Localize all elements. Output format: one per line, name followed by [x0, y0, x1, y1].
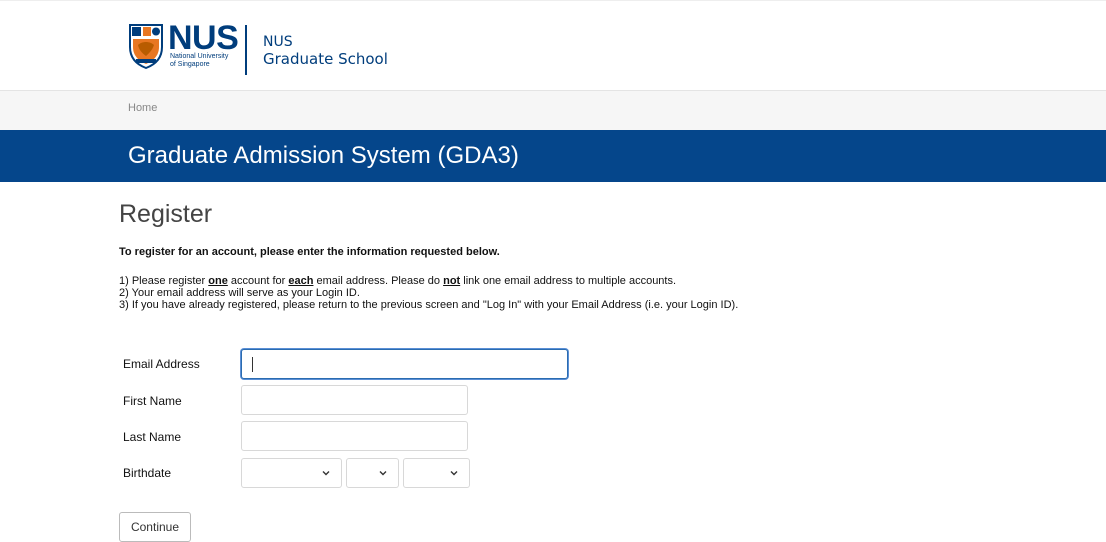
chevron-down-icon: [450, 471, 458, 476]
note-text: link one email address to multiple accou…: [460, 275, 677, 287]
first-name-field[interactable]: [241, 385, 468, 415]
emphasis-one: one: [208, 275, 228, 287]
birth-day-select[interactable]: [346, 458, 399, 488]
instruction-2: 2) Your email address will serve as your…: [119, 287, 360, 299]
last-name-field[interactable]: [241, 421, 468, 451]
instruction-3: 3) If you have already registered, pleas…: [119, 299, 739, 311]
note-text: 1) Please register: [119, 275, 209, 287]
instructions: 1) Please register one account for each …: [119, 275, 738, 311]
intro-text: To register for an account, please enter…: [119, 246, 500, 258]
logo-wordmark: NUS: [168, 19, 239, 57]
nus-logo[interactable]: NUS National University of Singapore: [128, 19, 239, 69]
logo-divider: [245, 25, 247, 75]
instruction-1: 1) Please register one account for each …: [119, 275, 738, 287]
chevron-down-icon: [322, 471, 330, 476]
school-name: NUS Graduate School: [263, 34, 388, 68]
site-header: NUS National University of Singapore NUS…: [0, 0, 1106, 90]
school-name-line1: NUS: [263, 34, 293, 50]
title-banner: Graduate Admission System (GDA3): [0, 130, 1106, 182]
note-text: email address. Please do: [313, 275, 444, 287]
continue-button[interactable]: Continue: [119, 512, 191, 542]
logo-subtitle-2: of Singapore: [170, 61, 210, 68]
system-title: Graduate Admission System (GDA3): [128, 142, 519, 169]
emphasis-not: not: [443, 275, 461, 287]
birth-year-select[interactable]: [403, 458, 470, 488]
email-field[interactable]: [241, 349, 568, 379]
emphasis-each: each: [288, 275, 314, 287]
page-title: Register: [119, 200, 213, 228]
last-name-label: Last Name: [123, 430, 182, 444]
school-name-line2: Graduate School: [263, 50, 388, 68]
breadcrumb-home-link[interactable]: Home: [128, 102, 157, 114]
note-text: account for: [227, 275, 289, 287]
nus-crest-icon: [129, 24, 163, 69]
breadcrumb: Home: [0, 90, 1106, 130]
birth-month-select[interactable]: [241, 458, 342, 488]
birthdate-label: Birthdate: [123, 466, 172, 480]
first-name-label: First Name: [123, 394, 182, 408]
logo-subtitle-1: National University: [170, 53, 229, 60]
text-caret: [252, 357, 253, 372]
chevron-down-icon: [379, 471, 387, 476]
email-label: Email Address: [123, 357, 200, 371]
